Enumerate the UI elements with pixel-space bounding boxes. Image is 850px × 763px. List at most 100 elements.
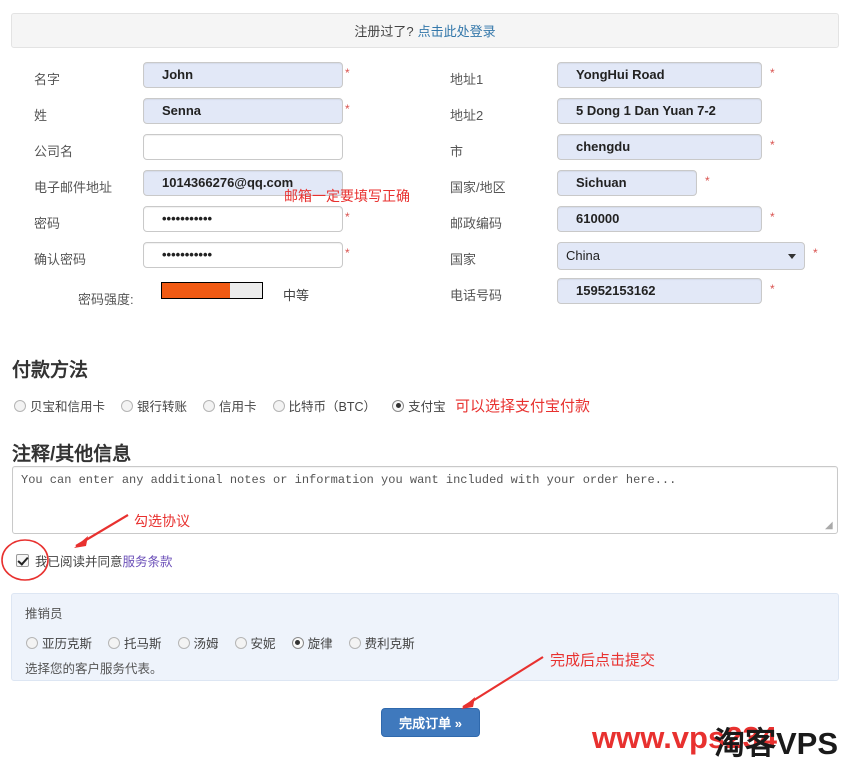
input-lastname[interactable]: Senna: [143, 98, 343, 124]
field-row-state: 国家/地区 Sichuan *: [440, 168, 850, 204]
salesperson-option-4[interactable]: 旋律: [291, 633, 333, 652]
payment-method-radio-icon-1[interactable]: [121, 399, 134, 412]
field-row-password: 密码 ••••••••••• *: [0, 204, 440, 240]
payment-method-label-3: 比特币（BTC）: [288, 400, 377, 414]
city-control: chengdu: [557, 134, 762, 160]
salesperson-label-4: 旋律: [307, 637, 333, 651]
country-control: China: [557, 242, 805, 270]
salesperson-label-2: 汤姆: [193, 637, 219, 651]
salesperson-radio-group: 亚历克斯 托马斯 汤姆 安妮 旋律 费利克斯: [26, 633, 431, 652]
input-confirm-password[interactable]: •••••••••••: [143, 242, 343, 268]
login-link[interactable]: 点击此处登录: [418, 21, 496, 40]
input-state[interactable]: Sichuan: [557, 170, 697, 196]
salesperson-radio-icon-3[interactable]: [234, 636, 247, 649]
input-address1[interactable]: YongHui Road: [557, 62, 762, 88]
annotation-arrow-checkbox-head: [74, 536, 88, 548]
payment-method-label-4: 支付宝: [408, 400, 446, 414]
password-control: •••••••••••: [143, 206, 343, 232]
password-strength-status: 中等: [283, 288, 310, 303]
payment-method-radio-icon-2[interactable]: [203, 399, 216, 412]
form-column-left: 名字 John * 姓 Senna * 公司名 电子邮件地址 101436627…: [0, 60, 440, 307]
select-country-value: China: [566, 248, 600, 263]
payment-method-option-2[interactable]: 信用卡: [203, 396, 257, 415]
payment-method-radio-icon-0[interactable]: [14, 399, 26, 412]
select-country[interactable]: China: [557, 242, 805, 270]
notes-placeholder-text: You can enter any additional notes or in…: [21, 473, 677, 487]
checkbox-agree-terms[interactable]: [16, 554, 29, 567]
label-confirm-password: 确认密码: [34, 252, 87, 267]
required-marker-firstname: *: [345, 66, 350, 80]
login-prompt-text: 注册过了?: [354, 24, 414, 39]
label-address2: 地址2: [450, 108, 484, 123]
salesperson-option-0[interactable]: 亚历克斯: [26, 633, 92, 652]
payment-method-group: 贝宝和信用卡 银行转账 信用卡 比特币（BTC） 支付宝: [14, 396, 462, 415]
label-address1: 地址1: [450, 72, 484, 87]
field-row-address2: 地址2 5 Dong 1 Dan Yuan 7-2: [440, 96, 850, 132]
salesperson-label-0: 亚历克斯: [42, 637, 93, 651]
salesperson-radio-icon-5[interactable]: [348, 636, 361, 649]
required-marker-lastname: *: [345, 102, 350, 116]
field-row-postcode: 邮政编码 610000 *: [440, 204, 850, 240]
salesperson-help-text: 选择您的客户服务代表。: [25, 662, 163, 676]
payment-method-radio-icon-4[interactable]: [392, 399, 405, 412]
password-strength-bar: [161, 282, 263, 299]
required-marker-address1: *: [770, 66, 775, 80]
payment-method-radio-icon-3[interactable]: [272, 399, 285, 412]
label-phone: 电话号码: [450, 288, 503, 303]
payment-method-option-3[interactable]: 比特币（BTC）: [272, 396, 377, 415]
label-company: 公司名: [34, 144, 74, 159]
phone-control: 15952153162: [557, 278, 762, 304]
salesperson-label-5: 费利克斯: [364, 637, 415, 651]
salesperson-radio-icon-1[interactable]: [108, 636, 121, 649]
input-city[interactable]: chengdu: [557, 134, 762, 160]
address1-control: YongHui Road: [557, 62, 762, 88]
payment-heading: 付款方法: [12, 360, 89, 381]
notes-heading: 注释/其他信息: [12, 444, 132, 465]
field-row-lastname: 姓 Senna *: [0, 96, 440, 132]
terms-of-service-link[interactable]: 服务条款: [123, 551, 173, 570]
label-state: 国家/地区: [450, 180, 506, 195]
field-row-country: 国家 China *: [440, 240, 850, 276]
annotation-checkbox: 勾选协议: [134, 513, 190, 529]
input-company[interactable]: [143, 134, 343, 160]
input-password[interactable]: •••••••••••: [143, 206, 343, 232]
input-postcode[interactable]: 610000: [557, 206, 762, 232]
password-strength-label: 密码强度:: [78, 292, 134, 307]
watermark-brand: 淘客VPS: [714, 726, 839, 761]
complete-order-button[interactable]: 完成订单 »: [381, 708, 480, 737]
salesperson-option-2[interactable]: 汤姆: [177, 633, 219, 652]
agreement-row[interactable]: 我已阅读并同意 服务条款: [16, 551, 173, 570]
salesperson-radio-icon-0[interactable]: [26, 636, 38, 649]
label-email: 电子邮件地址: [34, 180, 113, 195]
registration-form: 名字 John * 姓 Senna * 公司名 电子邮件地址 101436627…: [0, 60, 850, 325]
salesperson-title: 推销员: [25, 607, 63, 621]
label-country: 国家: [450, 252, 477, 267]
required-marker-postcode: *: [770, 210, 775, 224]
salesperson-radio-icon-4[interactable]: [291, 636, 304, 649]
label-city: 市: [450, 144, 464, 159]
salesperson-option-3[interactable]: 安妮: [234, 633, 276, 652]
chevron-down-icon: [788, 254, 796, 259]
salesperson-radio-icon-2[interactable]: [177, 636, 190, 649]
payment-method-option-4[interactable]: 支付宝: [392, 396, 446, 415]
input-firstname[interactable]: John: [143, 62, 343, 88]
confirm-password-control: •••••••••••: [143, 242, 343, 268]
salesperson-option-5[interactable]: 费利克斯: [348, 633, 415, 652]
lastname-control: Senna: [143, 98, 343, 124]
field-row-confirm-password: 确认密码 ••••••••••• *: [0, 240, 440, 276]
state-control: Sichuan: [557, 170, 697, 196]
field-row-address1: 地址1 YongHui Road *: [440, 60, 850, 96]
input-address2[interactable]: 5 Dong 1 Dan Yuan 7-2: [557, 98, 762, 124]
payment-method-option-0[interactable]: 贝宝和信用卡: [14, 396, 105, 415]
required-marker-password: *: [345, 210, 350, 224]
input-phone[interactable]: 15952153162: [557, 278, 762, 304]
field-row-firstname: 名字 John *: [0, 60, 440, 96]
salesperson-label-1: 托马斯: [124, 637, 162, 651]
payment-method-option-1[interactable]: 银行转账: [121, 396, 187, 415]
required-marker-confirm-password: *: [345, 246, 350, 260]
payment-method-label-1: 银行转账: [137, 400, 188, 414]
resize-handle-icon[interactable]: ◢: [825, 522, 835, 532]
firstname-control: John: [143, 62, 343, 88]
salesperson-option-1[interactable]: 托马斯: [108, 633, 162, 652]
password-strength-fill: [162, 283, 230, 298]
